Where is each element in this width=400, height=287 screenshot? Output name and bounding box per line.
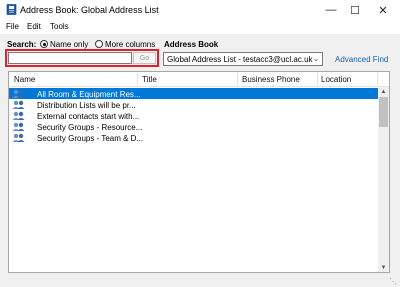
column-separator[interactable]	[317, 73, 318, 85]
list-item-name: Security Groups - Team & D...	[37, 133, 144, 143]
menu-edit[interactable]: Edit	[27, 22, 41, 31]
maximize-button[interactable]: ☐	[342, 0, 368, 20]
scroll-up-arrow-icon[interactable]: ▲	[378, 87, 389, 97]
column-header-business-phone[interactable]: Business Phone	[242, 75, 300, 84]
search-input[interactable]	[8, 52, 132, 64]
chevron-down-icon: ⌄	[313, 56, 319, 63]
column-separator[interactable]	[137, 73, 138, 85]
radio-name-only[interactable]	[40, 40, 48, 48]
column-separator[interactable]	[237, 73, 238, 85]
vertical-scrollbar[interactable]: ▲ ▼	[378, 87, 389, 272]
list-item[interactable]: External contacts start with...	[9, 110, 378, 121]
scroll-thumb[interactable]	[379, 97, 388, 127]
column-header-location[interactable]: Location	[321, 75, 351, 84]
list-item[interactable]: Security Groups - Resource...	[9, 121, 378, 132]
menu-tools[interactable]: Tools	[50, 22, 69, 31]
address-list[interactable]: Name Title Business Phone Location All R…	[8, 71, 390, 273]
group-icon	[12, 100, 25, 109]
window-title: Address Book: Global Address List	[20, 5, 159, 15]
advanced-find-link[interactable]: Advanced Find	[335, 55, 388, 64]
scroll-down-arrow-icon[interactable]: ▼	[378, 263, 389, 272]
list-header: Name Title Business Phone Location	[9, 72, 389, 87]
radio-name-only-label[interactable]: Name only	[50, 40, 88, 49]
address-book-value: Global Address List - testacc3@ucl.ac.uk	[167, 55, 313, 64]
group-icon	[12, 133, 25, 142]
address-book-icon	[6, 4, 17, 15]
radio-more-columns-label[interactable]: More columns	[105, 40, 155, 49]
group-icon	[12, 89, 25, 98]
list-item[interactable]: Security Groups - Team & D...	[9, 132, 378, 143]
go-button[interactable]: Go	[133, 52, 156, 64]
menu-file[interactable]: File	[6, 22, 19, 31]
column-separator[interactable]	[377, 73, 378, 85]
column-header-name[interactable]: Name	[14, 75, 35, 84]
list-item-name: Security Groups - Resource...	[37, 122, 143, 132]
list-item[interactable]: Distribution Lists will be pr...	[9, 99, 378, 110]
radio-more-columns[interactable]	[95, 40, 103, 48]
search-label: Search:	[7, 40, 37, 49]
list-item-name: Distribution Lists will be pr...	[37, 100, 136, 110]
address-book-select[interactable]: Global Address List - testacc3@ucl.ac.uk…	[163, 52, 323, 66]
list-item-name: External contacts start with...	[37, 111, 140, 121]
column-header-title[interactable]: Title	[142, 75, 157, 84]
close-button[interactable]: ✕	[370, 0, 396, 20]
address-book-label: Address Book	[164, 40, 219, 49]
list-item-name: All Room & Equipment Res...	[37, 89, 141, 99]
list-item[interactable]: All Room & Equipment Res...	[9, 88, 378, 99]
minimize-button[interactable]: —	[318, 0, 344, 20]
group-icon	[12, 122, 25, 131]
resize-grip-icon[interactable]: ⋱	[389, 277, 397, 286]
group-icon	[12, 111, 25, 120]
